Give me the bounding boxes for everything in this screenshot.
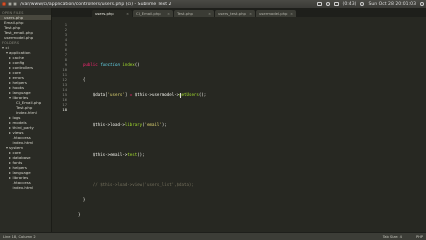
code-line: // $this->load->view('users_list',$data)… xyxy=(92,182,194,187)
disclosure-closed-icon[interactable] xyxy=(9,121,11,124)
volume-icon[interactable] xyxy=(360,2,365,6)
tab-close-icon[interactable]: × xyxy=(208,12,211,16)
tab-size-selector[interactable]: Tab Size: 4 xyxy=(383,235,402,239)
tab-label: users_test.php xyxy=(218,11,246,16)
disclosure-closed-icon[interactable] xyxy=(9,66,11,69)
tab-close-icon[interactable]: × xyxy=(249,12,252,16)
title-bar: /var/www/ci/application/controllers/user… xyxy=(0,0,426,8)
battery-icon[interactable] xyxy=(333,2,339,6)
code-line: } xyxy=(78,197,86,202)
cursor-position: Line 18, Column 2 xyxy=(3,234,36,239)
open-file-label: usermodel.php xyxy=(4,35,34,40)
tab-close-icon[interactable]: × xyxy=(167,12,170,16)
tab-label: CI_Email.php xyxy=(136,11,161,16)
sidebar: OPEN FILES users.php Email.php Test.php Tes… xyxy=(0,8,52,232)
disclosure-closed-icon[interactable] xyxy=(9,91,11,94)
editor-tab[interactable]: usermodel.php × xyxy=(256,10,296,17)
open-files-list: users.php Email.php Test.php Test_email.php… xyxy=(0,15,51,40)
code-line: $this->load->library('email'); xyxy=(92,122,167,127)
tree-item-label: index.html xyxy=(12,185,34,190)
power-icon[interactable] xyxy=(420,2,424,6)
code-line: $data['users'] = $this->usermodel->getUs… xyxy=(92,92,207,97)
tab-label: Test.php xyxy=(177,11,193,16)
disclosure-open-icon[interactable] xyxy=(2,46,4,49)
code-line: { xyxy=(78,77,86,82)
syntax-selector[interactable]: PHP xyxy=(416,235,423,239)
editor-tab[interactable]: users_test.php × xyxy=(215,10,255,17)
disclosure-closed-icon[interactable] xyxy=(9,171,11,174)
code-line: $this->email->test(); xyxy=(92,152,145,157)
tab-bar: users.php × CI_Email.php × Test.php × users_te… xyxy=(52,8,426,17)
disclosure-closed-icon[interactable] xyxy=(9,116,11,119)
disclosure-open-icon[interactable] xyxy=(5,51,8,54)
disclosure-closed-icon[interactable] xyxy=(9,176,11,179)
folder-tree: ci application cache config controllers core e… xyxy=(0,45,51,190)
status-bar: Line 18, Column 2 Tab Size: 4 PHP xyxy=(0,232,426,240)
disclosure-closed-icon[interactable] xyxy=(9,166,11,169)
tab-label: users.php xyxy=(95,11,114,16)
disclosure-closed-icon[interactable] xyxy=(9,161,11,164)
maximize-window-button[interactable] xyxy=(13,2,18,6)
disclosure-open-icon[interactable] xyxy=(5,146,8,149)
disclosure-closed-icon[interactable] xyxy=(9,131,11,134)
line-number: 18 xyxy=(62,107,67,112)
disclosure-open-icon[interactable] xyxy=(9,96,11,99)
code-line: public function index() xyxy=(82,62,140,67)
mail-icon[interactable] xyxy=(316,2,322,6)
disclosure-closed-icon[interactable] xyxy=(9,126,11,129)
window-controls xyxy=(2,2,18,6)
code-line: } xyxy=(78,212,81,217)
code-editor[interactable]: 1 2 3 4 5 6 7 8 9 10 11 12 13 14 15 16 17 18 public funct… xyxy=(52,17,426,232)
code-area[interactable]: public function index() { $data['users']… xyxy=(78,22,206,227)
disclosure-closed-icon[interactable] xyxy=(9,56,11,59)
system-tray: (0:43) Sun Oct 28 20:01:03 xyxy=(316,1,426,7)
window-title: /var/www/ci/application/controllers/user… xyxy=(20,1,172,7)
editor-tab[interactable]: users.php × xyxy=(92,10,132,17)
editor-tab[interactable]: CI_Email.php × xyxy=(133,10,173,17)
tab-label: usermodel.php xyxy=(259,11,288,16)
close-window-button[interactable] xyxy=(2,2,6,6)
disclosure-closed-icon[interactable] xyxy=(9,81,11,84)
disclosure-closed-icon[interactable] xyxy=(9,86,11,89)
clock[interactable]: Sun Oct 28 20:01:03 xyxy=(368,2,416,7)
tree-file-item[interactable]: index.html xyxy=(0,185,51,190)
battery-time: (0:43) xyxy=(342,1,357,7)
line-number-gutter: 1 2 3 4 5 6 7 8 9 10 11 12 13 14 15 16 17 18 xyxy=(52,22,69,112)
network-icon[interactable] xyxy=(325,2,330,6)
disclosure-closed-icon[interactable] xyxy=(9,151,11,154)
disclosure-closed-icon[interactable] xyxy=(9,76,11,79)
tab-close-icon[interactable]: × xyxy=(126,12,129,16)
disclosure-closed-icon[interactable] xyxy=(9,71,11,74)
disclosure-closed-icon[interactable] xyxy=(9,156,11,159)
minimize-window-button[interactable] xyxy=(7,2,12,6)
tab-close-icon[interactable]: × xyxy=(290,12,293,16)
editor-tab[interactable]: Test.php × xyxy=(174,10,214,17)
text-cursor xyxy=(180,93,181,98)
disclosure-closed-icon[interactable] xyxy=(9,61,11,64)
